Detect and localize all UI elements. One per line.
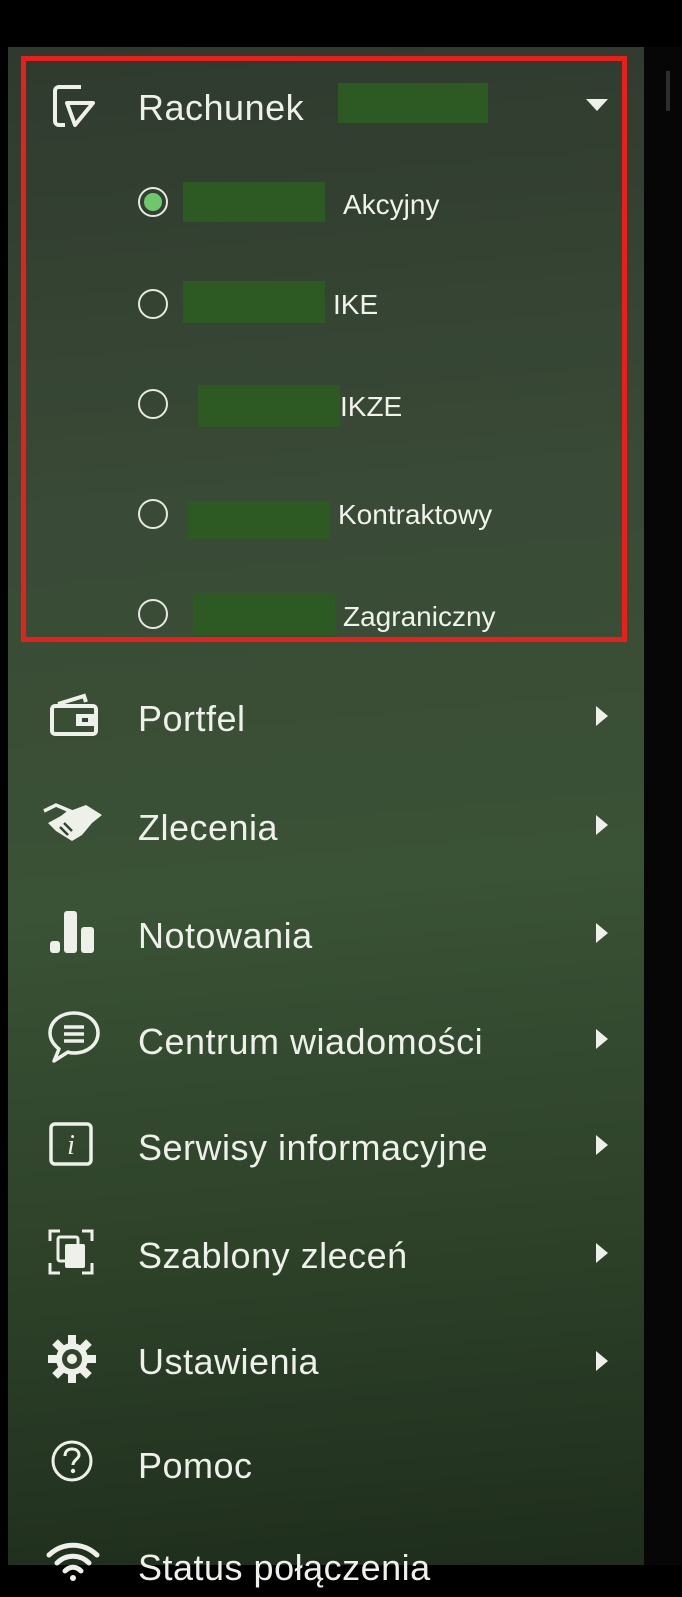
menu-item-ustawienia[interactable]: Ustawienia	[8, 1331, 644, 1393]
chevron-right-icon	[596, 815, 608, 840]
background-content-edge	[644, 47, 682, 1565]
menu-item-zlecenia[interactable]: Zlecenia	[8, 799, 644, 859]
chevron-right-icon	[596, 1243, 608, 1268]
menu-item-label: Portfel	[138, 698, 246, 739]
wallet-icon	[48, 692, 100, 738]
background-divider	[666, 71, 670, 111]
menu-item-pomoc[interactable]: Pomoc	[8, 1437, 644, 1497]
account-highlight-frame	[21, 56, 627, 642]
menu-item-serwisy-informacyjne[interactable]: i Serwisy informacyjne	[8, 1119, 644, 1179]
menu-item-label: Ustawienia	[138, 1341, 320, 1382]
chevron-right-icon	[596, 1029, 608, 1054]
menu-item-label: Notowania	[138, 915, 313, 956]
chat-bubble-icon	[46, 1009, 102, 1065]
menu-item-label: Szablony zleceń	[138, 1235, 408, 1276]
chevron-right-icon	[596, 706, 608, 731]
info-icon: i	[48, 1121, 94, 1167]
menu-item-notowania[interactable]: Notowania	[8, 905, 644, 965]
menu-item-label: Pomoc	[138, 1445, 253, 1486]
menu-item-label: Zlecenia	[138, 807, 279, 848]
menu-item-status-polaczenia[interactable]: Status połączenia	[8, 1537, 644, 1597]
menu-item-label: Centrum wiadomości	[138, 1021, 484, 1062]
templates-icon	[46, 1227, 96, 1277]
top-bar	[0, 0, 682, 47]
gear-icon	[46, 1333, 98, 1385]
bar-chart-icon	[48, 905, 98, 955]
menu-item-label: Serwisy informacyjne	[138, 1127, 489, 1168]
handshake-icon	[42, 801, 104, 847]
menu-item-szablony-zlecen[interactable]: Szablony zleceń	[8, 1225, 644, 1287]
help-icon	[50, 1439, 94, 1483]
chevron-right-icon	[596, 1135, 608, 1160]
menu-item-centrum-wiadomosci[interactable]: Centrum wiadomości	[8, 1009, 644, 1073]
chevron-right-icon	[596, 1351, 608, 1376]
svg-text:i: i	[67, 1130, 75, 1161]
menu-item-portfel[interactable]: Portfel	[8, 690, 644, 750]
chevron-right-icon	[596, 923, 608, 948]
wifi-icon	[46, 1541, 100, 1581]
menu-item-label: Status połączenia	[138, 1547, 431, 1588]
